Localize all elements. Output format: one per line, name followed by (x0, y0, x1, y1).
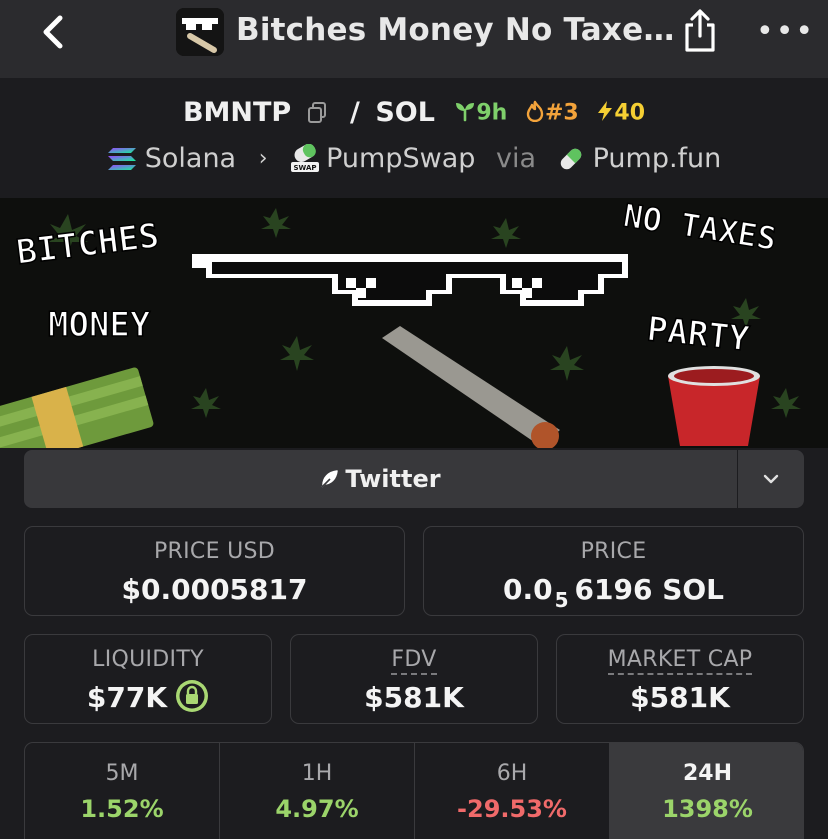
price-native-prefix: 0.0 (502, 573, 553, 606)
banner-text-money: MONEY (48, 305, 151, 345)
fdv-label: FDV (391, 647, 437, 675)
age-value: 9h (476, 100, 508, 126)
change-value: -29.53% (457, 795, 567, 823)
price-usd-value: $0.0005817 (121, 573, 308, 606)
fdv-label-wrap: FDV (291, 647, 537, 675)
lightning-icon (598, 100, 613, 121)
liquidity-value-row: $77K (25, 679, 271, 716)
seedling-icon (456, 102, 475, 122)
fdv-value: $581K (364, 681, 464, 714)
price-usd-card: PRICE USD $0.0005817 (24, 526, 405, 616)
social-links-bar: Twitter (24, 450, 804, 508)
chain-network-link[interactable]: Solana (145, 143, 236, 174)
pumpswap-icon: SWAP (291, 143, 320, 172)
liquidity-value: $77K (86, 681, 168, 714)
price-native-suffix: 6196 SOL (574, 573, 725, 606)
chevron-right-icon: › (258, 146, 268, 171)
change-tab-24h[interactable]: 24H 1398% (610, 743, 803, 839)
twitter-label: Twitter (345, 465, 441, 493)
change-value: 1398% (662, 795, 753, 823)
change-label: 24H (682, 761, 733, 786)
liquidity-label: LIQUIDITY (92, 647, 204, 672)
feather-icon (321, 470, 339, 488)
solana-icon (107, 147, 136, 170)
lock-icon[interactable] (175, 679, 209, 713)
launchpad-link[interactable]: Pump.fun (593, 143, 722, 174)
market-cap-label-wrap: MARKET CAP (557, 647, 803, 675)
pair-row: BMNTP / SOL 9h #3 40 (0, 96, 828, 128)
token-avatar (176, 8, 224, 56)
price-native-card: PRICE 0.0 5 6196 SOL (423, 526, 804, 616)
fdv-card[interactable]: FDV $581K (290, 634, 538, 724)
via-label: via (495, 143, 536, 174)
change-value: 1.52% (80, 795, 164, 823)
pair-separator: / (350, 97, 360, 128)
flame-icon (526, 100, 544, 122)
copy-icon[interactable] (307, 101, 327, 124)
chevron-down-icon (763, 474, 779, 484)
price-native-label: PRICE (580, 539, 647, 564)
age-badge: 9h (454, 100, 515, 125)
page-title: Bitches Money No Taxe… (236, 12, 675, 48)
change-tab-1h[interactable]: 1H 4.97% (220, 743, 415, 839)
banner-artwork: BITCHES MONEY NO TAXES PARTY (0, 198, 828, 448)
pair-quote-symbol: SOL (375, 97, 435, 128)
share-icon[interactable] (680, 8, 720, 54)
liquidity-card: LIQUIDITY $77K (24, 634, 272, 724)
price-native-value: 0.0 5 6196 SOL (424, 573, 803, 612)
chevron-left-icon[interactable] (36, 10, 72, 54)
twitter-button[interactable]: Twitter (24, 450, 736, 508)
boost-badge[interactable]: 40 (596, 100, 645, 125)
chain-row: Solana › SWAP PumpSwap via Pump.fun (0, 142, 828, 174)
price-change-tabs: 5M 1.52% 1H 4.97% 6H -29.53% 24H 1398% (24, 742, 804, 839)
change-tab-6h[interactable]: 6H -29.53% (415, 743, 610, 839)
market-cap-label: MARKET CAP (607, 647, 753, 675)
change-label: 5M (105, 761, 139, 786)
change-value: 4.97% (275, 795, 359, 823)
pair-base-symbol: BMNTP (182, 97, 292, 128)
pill-icon (560, 148, 581, 169)
pumpswap-badge-text: SWAP (294, 164, 317, 172)
social-dropdown-button[interactable] (738, 450, 804, 508)
change-tab-5m[interactable]: 5M 1.52% (25, 743, 220, 839)
change-label: 6H (496, 761, 528, 786)
change-label: 1H (301, 761, 333, 786)
chain-dex-link[interactable]: PumpSwap (326, 143, 475, 174)
market-cap-card[interactable]: MARKET CAP $581K (556, 634, 804, 724)
trending-rank-badge[interactable]: #3 (525, 100, 586, 125)
price-native-zero-count: 5 (554, 588, 569, 612)
price-usd-label: PRICE USD (153, 539, 275, 564)
more-horizontal-icon[interactable]: ••• (756, 14, 815, 49)
market-cap-value: $581K (630, 681, 730, 714)
trending-rank-value: #3 (544, 100, 579, 126)
top-bar: Bitches Money No Taxe… ••• (0, 0, 828, 78)
token-banner: BITCHES MONEY NO TAXES PARTY (0, 198, 828, 448)
boost-value: 40 (614, 100, 646, 126)
